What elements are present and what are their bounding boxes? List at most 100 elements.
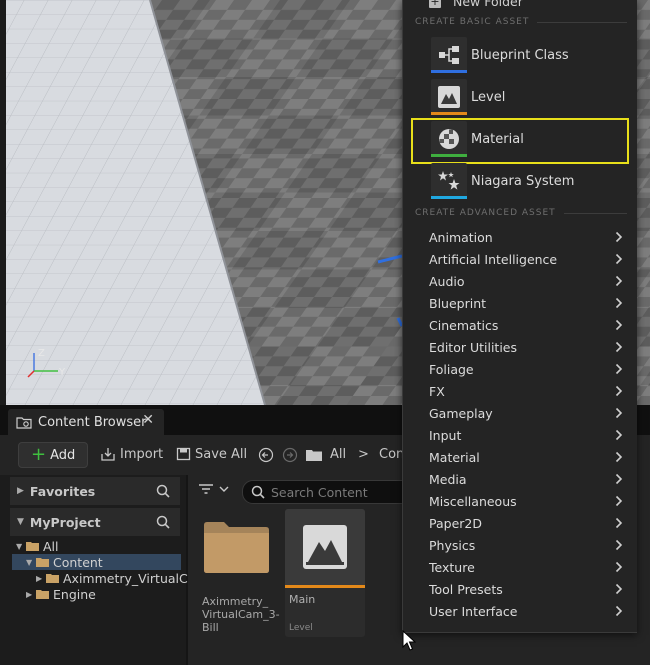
menu-item-blueprint-class[interactable]: Blueprint Class (431, 37, 627, 73)
folder-open-icon (26, 541, 39, 551)
submenu-item-label: Miscellaneous (429, 493, 517, 509)
submenu-item-label: FX (429, 383, 445, 399)
chevron-right-icon (615, 319, 623, 331)
filter-button[interactable] (198, 483, 230, 495)
niagara-system-icon (431, 163, 467, 199)
submenu-item-miscellaneous[interactable]: Miscellaneous (429, 490, 629, 512)
submenu-item-paper2d[interactable]: Paper2D (429, 512, 629, 534)
back-icon[interactable] (258, 447, 274, 463)
submenu-item-editor-utilities[interactable]: Editor Utilities (429, 336, 629, 358)
asset-color-bar (431, 154, 467, 157)
submenu-item-label: User Interface (429, 603, 518, 619)
submenu-item-artificial-intelligence[interactable]: Artificial Intelligence (429, 248, 629, 270)
submenu-item-label: Texture (429, 559, 475, 575)
submenu-item-cinematics[interactable]: Cinematics (429, 314, 629, 336)
close-tab-icon[interactable]: ✕ (142, 412, 154, 428)
tree-item-label: Aximmetry_VirtualC (63, 570, 188, 586)
add-button[interactable]: + Add (18, 442, 88, 468)
folder-icon (46, 573, 59, 583)
axis-gizmo: Z Y (27, 348, 66, 378)
submenu-item-label: Paper2D (429, 515, 482, 531)
asset-label-line: Aximmetry_ (202, 595, 269, 608)
menu-item-material[interactable]: Material (431, 121, 627, 157)
submenu-item-texture[interactable]: Texture (429, 556, 629, 578)
menu-item-label: Niagara System (471, 173, 575, 189)
menu-item-label: Level (471, 89, 506, 105)
chevron-right-icon (615, 231, 623, 243)
menu-item-label: Blueprint Class (471, 47, 569, 63)
folder-open-icon (36, 557, 49, 567)
add-button-label: Add (50, 447, 76, 463)
project-search-icon[interactable] (156, 515, 170, 529)
submenu-item-fx[interactable]: FX (429, 380, 629, 402)
collapsed-arrow-icon: ▶ (17, 486, 24, 496)
asset-label-line: VirtualCam_3- (202, 608, 280, 621)
expanded-arrow-icon: ▼ (16, 541, 23, 551)
path-all[interactable]: All (330, 443, 346, 465)
save-all-button[interactable]: Save All (176, 443, 247, 465)
asset-type: Level (289, 623, 313, 633)
menu-item-niagara-system[interactable]: Niagara System (431, 163, 627, 199)
submenu-item-media[interactable]: Media (429, 468, 629, 490)
chevron-down-icon (219, 486, 229, 492)
menu-item-label: New Folder (453, 0, 523, 9)
chevron-right-icon (615, 429, 623, 441)
search-placeholder: Search Content (271, 484, 368, 500)
chevron-right-icon (615, 517, 623, 529)
submenu-item-label: Editor Utilities (429, 339, 518, 355)
asset-folder-label: Aximmetry_ VirtualCam_3- Bill (202, 595, 280, 634)
chevron-right-icon (615, 385, 623, 397)
menu-item-level[interactable]: Level (431, 79, 627, 115)
submenu-item-gameplay[interactable]: Gameplay (429, 402, 629, 424)
asset-color-bar (431, 70, 467, 73)
chevron-right-icon (615, 583, 623, 595)
asset-type-color-bar (285, 585, 365, 588)
submenu-item-label: Blueprint (429, 295, 487, 311)
folder-icon (36, 589, 49, 599)
import-label: Import (120, 446, 164, 462)
asset-label-line: Bill (202, 621, 219, 634)
tree-item-engine[interactable]: ▶ Engine (26, 586, 96, 602)
project-section[interactable]: ▼ MyProject (10, 508, 180, 536)
search-icon (251, 485, 265, 499)
material-icon (431, 121, 467, 157)
submenu-item-user-interface[interactable]: User Interface (429, 600, 629, 622)
save-all-label: Save All (195, 446, 248, 462)
forward-icon[interactable] (282, 447, 298, 463)
axis-z-label: Z (38, 348, 45, 359)
submenu-item-tool-presets[interactable]: Tool Presets (429, 578, 629, 600)
basic-asset-header-text: CREATE BASIC ASSET (415, 17, 530, 27)
submenu-item-input[interactable]: Input (429, 424, 629, 446)
favorites-search-icon[interactable] (156, 484, 170, 498)
asset-level-main[interactable]: Main Level (285, 509, 365, 637)
basic-asset-header: CREATE BASIC ASSET (415, 17, 627, 27)
tree-item-all[interactable]: ▼ All (16, 538, 59, 554)
asset-name: Main (289, 593, 316, 606)
asset-folder-aximmetry[interactable]: Aximmetry_ VirtualCam_3- Bill (198, 515, 280, 645)
submenu-item-audio[interactable]: Audio (429, 270, 629, 292)
submenu-item-blueprint[interactable]: Blueprint (429, 292, 629, 314)
tree-item-label: All (43, 538, 59, 554)
menu-item-new-folder[interactable]: + New Folder (429, 0, 523, 9)
import-button[interactable]: Import (100, 443, 163, 465)
advanced-asset-header-text: CREATE ADVANCED ASSET (415, 208, 556, 218)
chevron-right-icon (615, 561, 623, 573)
tab-content-browser[interactable]: Content Browser ✕ (8, 409, 164, 435)
asset-thumbnail (285, 509, 365, 585)
mouse-cursor-icon (402, 630, 416, 651)
viewport-left-border (0, 0, 6, 405)
plus-icon: + (31, 444, 47, 465)
collapsed-arrow-icon: ▶ (26, 589, 33, 599)
chevron-right-icon (615, 363, 623, 375)
submenu-item-physics[interactable]: Physics (429, 534, 629, 556)
tree-item-aximmetry[interactable]: ▶ Aximmetry_VirtualC (36, 570, 188, 586)
submenu-item-animation[interactable]: Animation (429, 226, 629, 248)
submenu-item-foliage[interactable]: Foliage (429, 358, 629, 380)
tree-item-content[interactable]: ▼ Content (12, 554, 181, 570)
blueprint-class-icon (431, 37, 467, 73)
add-asset-context-menu: + New Folder CREATE BASIC ASSET Blueprin… (402, 0, 637, 633)
submenu-item-material[interactable]: Material (429, 446, 629, 468)
level-icon (431, 79, 467, 115)
path-separator: > (358, 446, 369, 462)
favorites-section[interactable]: ▶ Favorites (10, 477, 180, 505)
